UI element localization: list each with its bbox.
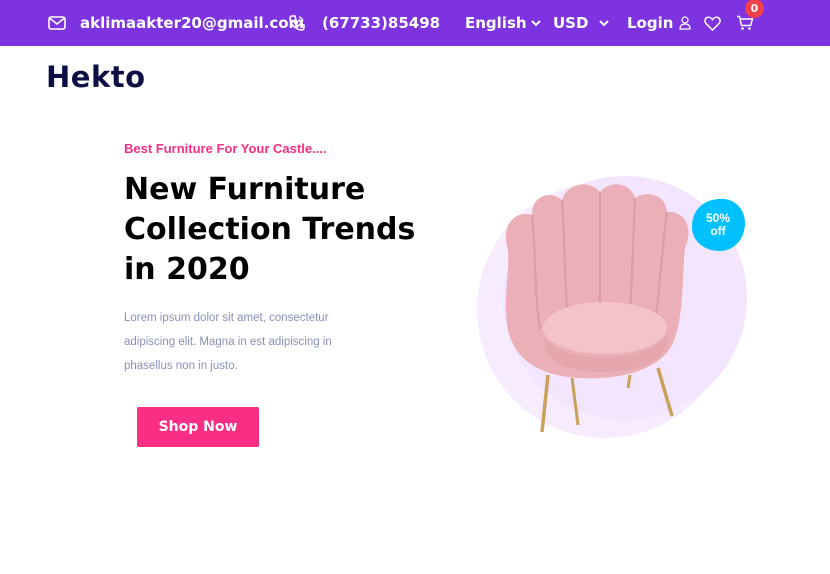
user-icon bbox=[679, 16, 692, 30]
mail-icon bbox=[48, 0, 66, 46]
language-label: English bbox=[465, 14, 527, 32]
hero-headline: New Furniture Collection Trends in 2020 bbox=[124, 172, 416, 287]
shop-now-button[interactable]: Shop Now bbox=[137, 407, 259, 447]
contact-email[interactable]: aklimaakter20@gmail.com bbox=[80, 0, 304, 46]
chevron-down-icon bbox=[530, 19, 541, 27]
cart-count-badge: 0 bbox=[745, 0, 764, 18]
login-label: Login bbox=[627, 14, 674, 32]
chevron-down-icon bbox=[599, 19, 610, 27]
language-dropdown[interactable]: English bbox=[465, 0, 541, 46]
contact-phone[interactable]: (67733)85498 bbox=[322, 0, 440, 46]
hero-tagline: Best Furniture For Your Castle.... bbox=[124, 141, 327, 156]
login-link[interactable]: Login bbox=[627, 0, 692, 46]
hero-description: Lorem ipsum dolor sit amet, consectetur … bbox=[124, 312, 332, 372]
discount-badge: 50% off bbox=[690, 197, 746, 253]
heart-icon[interactable] bbox=[704, 0, 721, 46]
brand-logo[interactable]: Hekto bbox=[46, 60, 146, 94]
currency-label: USD bbox=[553, 14, 589, 32]
currency-dropdown[interactable]: USD bbox=[553, 0, 610, 46]
top-bar: aklimaakter20@gmail.com (67733)85498 Eng… bbox=[0, 0, 830, 46]
phone-icon bbox=[288, 0, 306, 46]
discount-off: off bbox=[710, 224, 726, 238]
